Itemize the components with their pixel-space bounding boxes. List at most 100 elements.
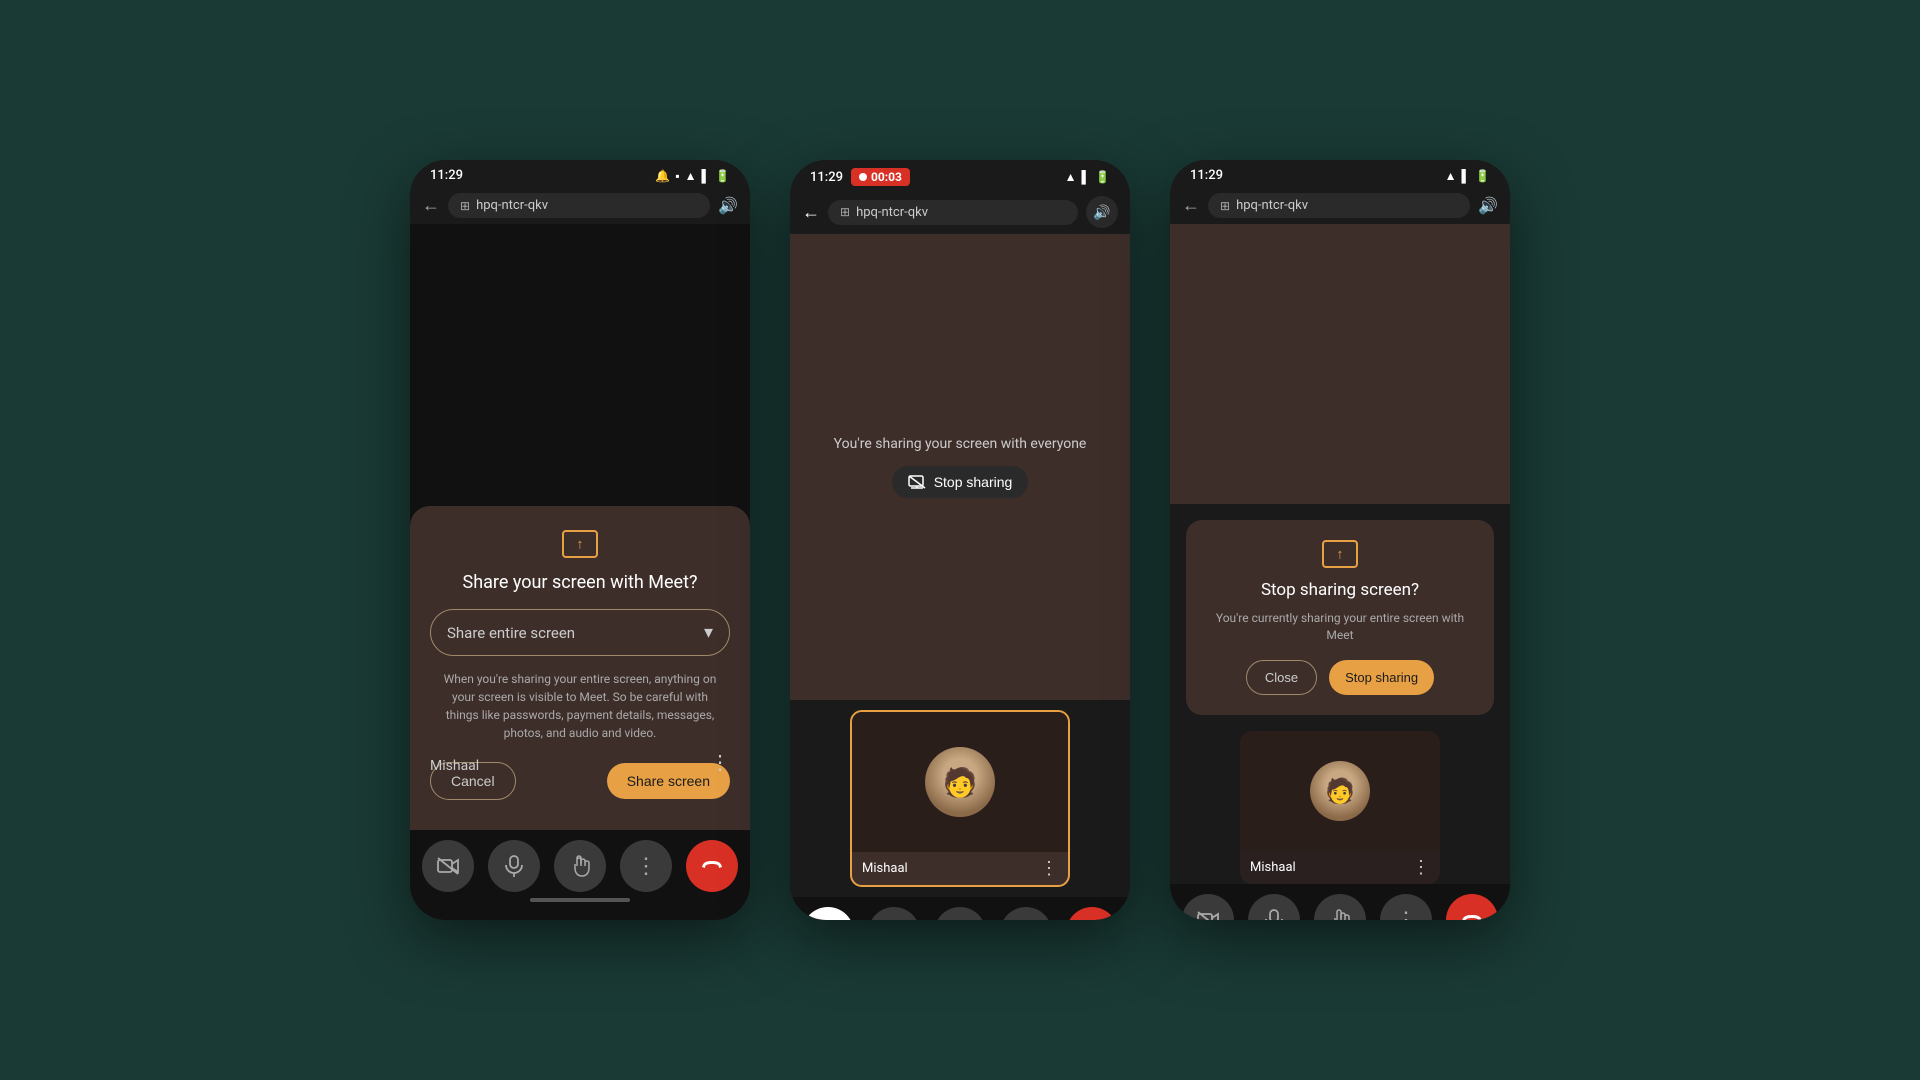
wifi-icon-3: ▲ <box>1445 169 1457 183</box>
url-text-1: hpq-ntcr-qkv <box>476 198 548 213</box>
hand-button-3[interactable] <box>1314 894 1366 920</box>
end-call-button-2[interactable] <box>1066 907 1118 920</box>
chevron-down-icon: ▾ <box>704 622 713 643</box>
notification-icon: 🔔 <box>655 169 670 183</box>
back-button-2[interactable]: ← <box>802 202 820 223</box>
sound-button-2[interactable]: 🔊 <box>1086 196 1118 228</box>
stop-dialog-title: Stop sharing screen? <box>1206 580 1474 600</box>
browser-icon-1: ⊞ <box>460 199 470 213</box>
participant-avatar-3: 🧑 <box>1310 761 1370 821</box>
stop-sharing-button-3[interactable]: Stop sharing <box>1329 660 1434 695</box>
status-bar-3: 11:29 ▲ ▌ 🔋 <box>1170 160 1510 187</box>
time-1: 11:29 <box>430 168 463 183</box>
participant-tile-2: 🧑 Mishaal ⋮ <box>850 710 1070 887</box>
phone3-top <box>1170 224 1510 504</box>
camera-off-icon-3 <box>1197 911 1219 920</box>
address-bar-3: ← ⊞ hpq-ntcr-qkv 🔊 <box>1170 187 1510 224</box>
end-call-button-3[interactable] <box>1446 894 1498 920</box>
more-vert-2[interactable]: ⋮ <box>1040 858 1058 879</box>
stop-sharing-label: Stop sharing <box>934 474 1013 490</box>
back-button-3[interactable]: ← <box>1182 195 1200 216</box>
signal-icon: ▌ <box>702 169 711 183</box>
avatar-face-2: 🧑 <box>925 747 995 817</box>
bottom-controls-2: ⋮ <box>790 897 1130 920</box>
mic-icon-3 <box>1265 909 1283 920</box>
user-name-1: Mishaal <box>430 758 479 774</box>
browser-icon-3: ⊞ <box>1220 199 1230 213</box>
controls-row-1: ⋮ <box>410 840 750 892</box>
sim-icon: ▪ <box>675 169 679 183</box>
phone2-bottom: 🧑 Mishaal ⋮ <box>790 700 1130 920</box>
mic-button-2[interactable] <box>868 907 920 920</box>
phone-2: 11:29 00:03 ▲ ▌ 🔋 ← ⊞ hpq-ntcr-qkv 🔊 <box>790 160 1130 920</box>
participant-label-row-3: Mishaal ⋮ <box>1240 851 1440 884</box>
battery-icon: 🔋 <box>715 169 730 183</box>
end-call-button-1[interactable] <box>686 840 738 892</box>
phone1-content: Mishaal ⋮ Share your screen with Meet? S… <box>410 224 750 830</box>
stop-dialog-buttons: Close Stop sharing <box>1206 660 1474 695</box>
hand-button-1[interactable] <box>554 840 606 892</box>
close-button-3[interactable]: Close <box>1246 660 1317 695</box>
stop-dialog: Stop sharing screen? You're currently sh… <box>1186 520 1494 715</box>
participant-tile-3: 🧑 Mishaal ⋮ <box>1240 731 1440 884</box>
more-button-1[interactable]: ⋮ <box>620 840 672 892</box>
participant-label-row-2: Mishaal ⋮ <box>852 852 1068 885</box>
status-icons-2: ▲ ▌ 🔋 <box>1065 170 1110 184</box>
mic-button-1[interactable] <box>488 840 540 892</box>
sharing-text: You're sharing your screen with everyone <box>834 436 1087 452</box>
hand-icon-3 <box>1330 909 1350 920</box>
signal-icon-2: ▌ <box>1082 170 1091 184</box>
sound-icon-2: 🔊 <box>1093 204 1110 221</box>
phone3-content: Stop sharing screen? You're currently sh… <box>1170 224 1510 920</box>
participant-video-3: 🧑 <box>1240 731 1440 851</box>
hand-button-2[interactable] <box>934 907 986 920</box>
dialog-overlay: Mishaal ⋮ Share your screen with Meet? S… <box>410 224 750 830</box>
screen-share-icon <box>562 530 598 558</box>
status-icons-1: 🔔 ▪ ▲ ▌ 🔋 <box>655 169 730 183</box>
dropdown-value: Share entire screen <box>447 624 575 642</box>
camera-button-2[interactable] <box>802 907 854 920</box>
share-type-dropdown[interactable]: Share entire screen ▾ <box>430 609 730 656</box>
controls-row-3: ⋮ <box>1170 894 1510 920</box>
stop-sharing-button[interactable]: Stop sharing <box>892 466 1029 498</box>
url-box-3[interactable]: ⊞ hpq-ntcr-qkv <box>1208 193 1470 218</box>
url-box-1[interactable]: ⊞ hpq-ntcr-qkv <box>448 193 710 218</box>
participant-name-2: Mishaal <box>862 861 908 876</box>
mic-button-3[interactable] <box>1248 894 1300 920</box>
wifi-icon-2: ▲ <box>1065 170 1077 184</box>
time-2: 11:29 <box>810 170 843 185</box>
url-box-2[interactable]: ⊞ hpq-ntcr-qkv <box>828 200 1078 225</box>
url-text-3: hpq-ntcr-qkv <box>1236 198 1308 213</box>
stop-sharing-icon <box>908 475 926 489</box>
status-bar-1: 11:29 🔔 ▪ ▲ ▌ 🔋 <box>410 160 750 187</box>
phone-1: 11:29 🔔 ▪ ▲ ▌ 🔋 ← ⊞ hpq-ntcr-qkv 🔊 Misha… <box>410 160 750 920</box>
back-button-1[interactable]: ← <box>422 195 440 216</box>
signal-icon-3: ▌ <box>1462 169 1471 183</box>
screen-share-icon-3 <box>1322 540 1358 568</box>
avatar-face-3: 🧑 <box>1310 761 1370 821</box>
status-icons-3: ▲ ▌ 🔋 <box>1445 169 1490 183</box>
phone3-bottom: Stop sharing screen? You're currently sh… <box>1170 504 1510 920</box>
more-vert-3[interactable]: ⋮ <box>1412 857 1430 878</box>
participant-section-2: 🧑 Mishaal ⋮ <box>790 700 1130 897</box>
more-button-2[interactable]: ⋮ <box>1000 907 1052 920</box>
recording-time: 00:03 <box>871 170 902 184</box>
phone-3: 11:29 ▲ ▌ 🔋 ← ⊞ hpq-ntcr-qkv 🔊 <box>1170 160 1510 920</box>
stop-dialog-icon <box>1206 540 1474 568</box>
dialog-title: Share your screen with Meet? <box>430 572 730 593</box>
camera-button-3[interactable] <box>1182 894 1234 920</box>
sound-icon-3[interactable]: 🔊 <box>1478 196 1498 215</box>
sound-icon-1[interactable]: 🔊 <box>718 196 738 215</box>
more-vert-bottom-1[interactable]: ⋮ <box>710 750 730 774</box>
more-button-3[interactable]: ⋮ <box>1380 894 1432 920</box>
participant-video-2: 🧑 <box>852 712 1068 852</box>
bottom-controls-1: ⋮ <box>410 830 750 920</box>
home-bar-1 <box>530 898 630 902</box>
address-bar-1: ← ⊞ hpq-ntcr-qkv 🔊 <box>410 187 750 224</box>
end-call-icon <box>700 859 724 873</box>
stop-dialog-description: You're currently sharing your entire scr… <box>1206 610 1474 644</box>
hand-icon <box>570 855 590 877</box>
time-3: 11:29 <box>1190 168 1223 183</box>
participant-name-3: Mishaal <box>1250 860 1296 875</box>
camera-button-1[interactable] <box>422 840 474 892</box>
